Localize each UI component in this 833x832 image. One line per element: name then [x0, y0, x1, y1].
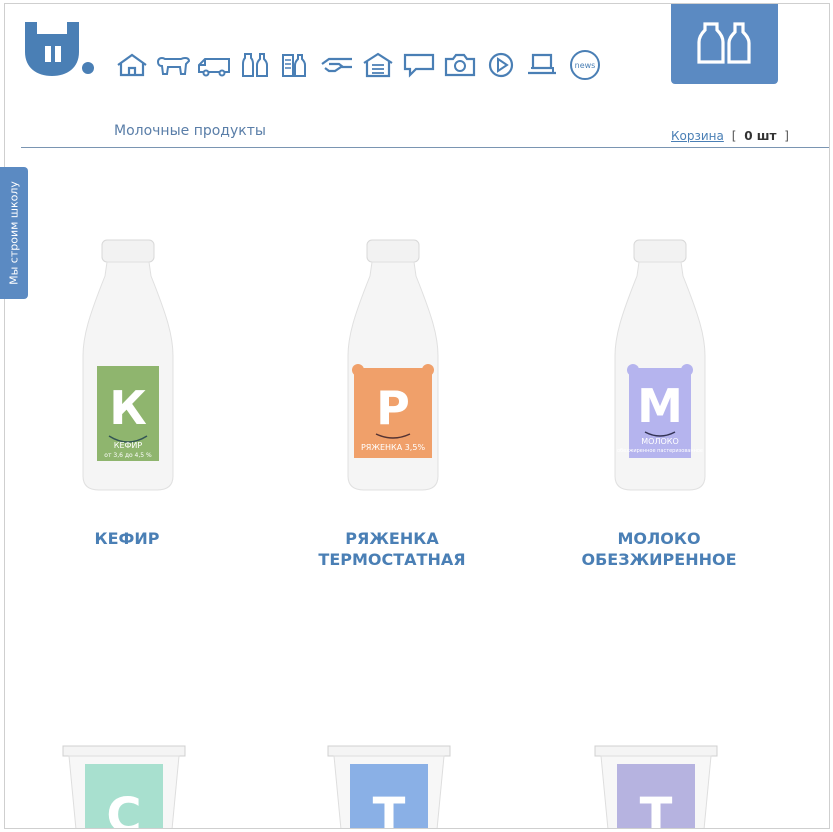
- cup-label-letter: С: [106, 788, 141, 829]
- header-divider: [21, 147, 829, 148]
- product-cup-image[interactable]: С: [59, 740, 189, 829]
- news-label: news: [574, 60, 596, 70]
- moloko-label-letter: М: [637, 379, 683, 433]
- cup-label-letter: Т: [373, 788, 406, 829]
- truck-icon[interactable]: [195, 49, 232, 81]
- product-title-line1[interactable]: РЯЖЕНКА: [292, 528, 492, 549]
- main-nav: news: [113, 48, 600, 82]
- page-frame: news Молочные продукты Корзина [ 0 шт ] …: [4, 3, 830, 829]
- ryazhenka-label-letter: Р: [376, 381, 410, 435]
- cart-button[interactable]: [671, 4, 778, 84]
- product-name-ryazhenka[interactable]: РЯЖЕНКА ТЕРМОСТАТНАЯ: [292, 528, 492, 570]
- cart-link[interactable]: Корзина: [671, 129, 724, 143]
- kefir-label-sub: от 3,6 до 4,5 %: [104, 452, 152, 459]
- kefir-label-text: КЕФИР: [114, 441, 143, 450]
- cart-summary: Корзина [ 0 шт ]: [671, 129, 793, 143]
- news-icon[interactable]: news: [570, 50, 600, 80]
- kefir-label-letter: К: [109, 381, 147, 435]
- play-icon[interactable]: [482, 49, 519, 81]
- product-cup-image[interactable]: Т: [591, 740, 721, 829]
- cow-icon[interactable]: [154, 49, 191, 81]
- logo-icon[interactable]: [21, 18, 97, 80]
- open-bracket: [: [731, 129, 737, 143]
- bottles-icon[interactable]: [236, 49, 273, 81]
- cup-label-letter: Т: [640, 788, 673, 829]
- camera-icon[interactable]: [441, 49, 478, 81]
- product-title-line1[interactable]: КЕФИР: [27, 528, 227, 549]
- product-title-line2[interactable]: ТЕРМОСТАТНАЯ: [292, 549, 492, 570]
- product-title-line1[interactable]: МОЛОКО: [559, 528, 759, 549]
- store-icon[interactable]: [359, 49, 396, 81]
- cup-icon[interactable]: [523, 49, 560, 81]
- product-moloko[interactable]: М МОЛОКО обезжиренное пастеризованное: [559, 236, 759, 501]
- product-cup-image[interactable]: Т: [324, 740, 454, 829]
- moloko-bottle-image: М МОЛОКО обезжиренное пастеризованное: [614, 239, 706, 491]
- bottles-icon: [696, 22, 751, 64]
- shelf-icon[interactable]: [277, 49, 314, 81]
- handshake-icon[interactable]: [318, 49, 355, 81]
- moloko-label-text: МОЛОКО: [641, 437, 679, 446]
- product-kefir[interactable]: К КЕФИР от 3,6 до 4,5 %: [27, 236, 227, 501]
- product-title-line2[interactable]: ОБЕЗЖИРЕННОЕ: [559, 549, 759, 570]
- moloko-label-sub: обезжиренное пастеризованное: [617, 448, 703, 454]
- product-ryazhenka[interactable]: Р РЯЖЕНКА 3,5%: [292, 236, 492, 501]
- kefir-bottle-image: К КЕФИР от 3,6 до 4,5 %: [82, 239, 174, 491]
- breadcrumb: Молочные продукты: [114, 123, 266, 139]
- close-bracket: ]: [784, 129, 789, 143]
- school-tab-label: Мы строим школу: [7, 181, 21, 285]
- product-name-moloko[interactable]: МОЛОКО ОБЕЗЖИРЕННОЕ: [559, 528, 759, 570]
- product-name-kefir[interactable]: КЕФИР: [27, 528, 227, 549]
- school-tab[interactable]: Мы строим школу: [0, 167, 28, 299]
- chat-icon[interactable]: [400, 49, 437, 81]
- ryazhenka-label-text: РЯЖЕНКА 3,5%: [361, 443, 425, 452]
- cart-count: 0 шт: [744, 129, 777, 143]
- ryazhenka-bottle-image: Р РЯЖЕНКА 3,5%: [347, 239, 439, 491]
- home-icon[interactable]: [113, 49, 150, 81]
